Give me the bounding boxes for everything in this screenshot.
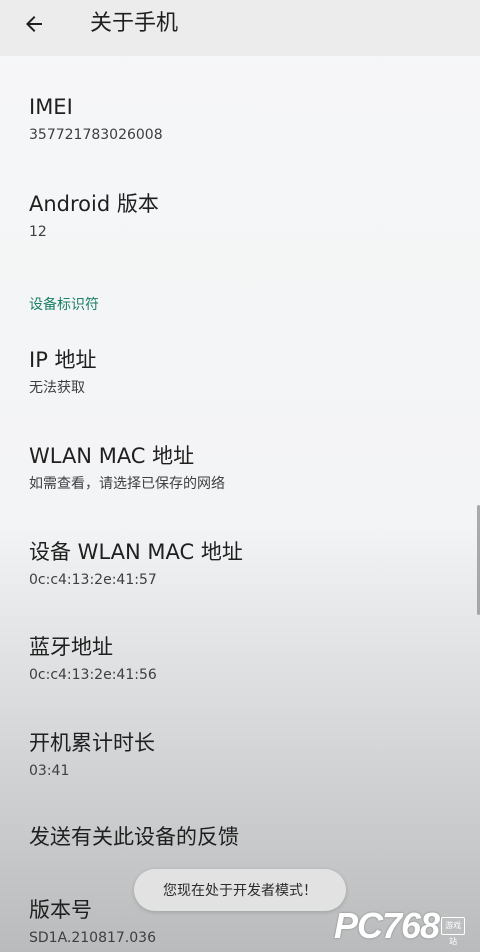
item-title: IMEI [29,95,73,119]
item-subtitle: 03:41 [29,763,70,779]
item-subtitle: 12 [29,224,47,240]
item-title: 蓝牙地址 [29,635,113,659]
item-title: 发送有关此设备的反馈 [29,825,239,849]
top-app-bar: 关于手机 [0,0,480,56]
item-subtitle: 如需查看，请选择已保存的网络 [29,476,225,492]
about-phone-screen: 关于手机 IMEI 357721783026008 Android 版本 12 … [0,0,480,952]
list-item-wlan-mac[interactable]: WLAN MAC 地址 如需查看，请选择已保存的网络 [0,442,480,538]
page-title: 关于手机 [90,11,179,36]
item-subtitle: 0c:c4:13:2e:41:56 [29,667,157,683]
item-subtitle: 357721783026008 [29,127,163,143]
list-item-send-feedback[interactable]: 发送有关此设备的反馈 [0,823,480,863]
item-title: IP 地址 [29,348,97,372]
item-subtitle: 无法获取 [29,380,85,396]
item-subtitle: 0c:c4:13:2e:41:57 [29,572,157,588]
section-header-device-identifiers: 设备标识符 [29,297,99,313]
list-item-device-wlan-mac[interactable]: 设备 WLAN MAC 地址 0c:c4:13:2e:41:57 [0,538,480,634]
list-item-ip-address[interactable]: IP 地址 无法获取 [0,346,480,442]
item-title: WLAN MAC 地址 [29,444,195,468]
arrow-left-icon [22,12,46,40]
list-item-imei[interactable]: IMEI 357721783026008 [0,93,480,189]
item-title: 设备 WLAN MAC 地址 [29,540,243,564]
watermark-brand: PC768 [334,905,440,946]
watermark-badge: 游戏站 [441,917,466,946]
item-title: 开机累计时长 [29,731,155,755]
list-item-uptime[interactable]: 开机累计时长 03:41 [0,729,480,825]
list-item-android-version[interactable]: Android 版本 12 [0,190,480,286]
watermark-logo: PC768 游戏站 [334,904,474,948]
back-button[interactable] [16,8,52,44]
developer-mode-toast: 您现在处于开发者模式！ [134,869,346,911]
list-item-bluetooth-address[interactable]: 蓝牙地址 0c:c4:13:2e:41:56 [0,633,480,729]
item-title: Android 版本 [29,192,159,216]
